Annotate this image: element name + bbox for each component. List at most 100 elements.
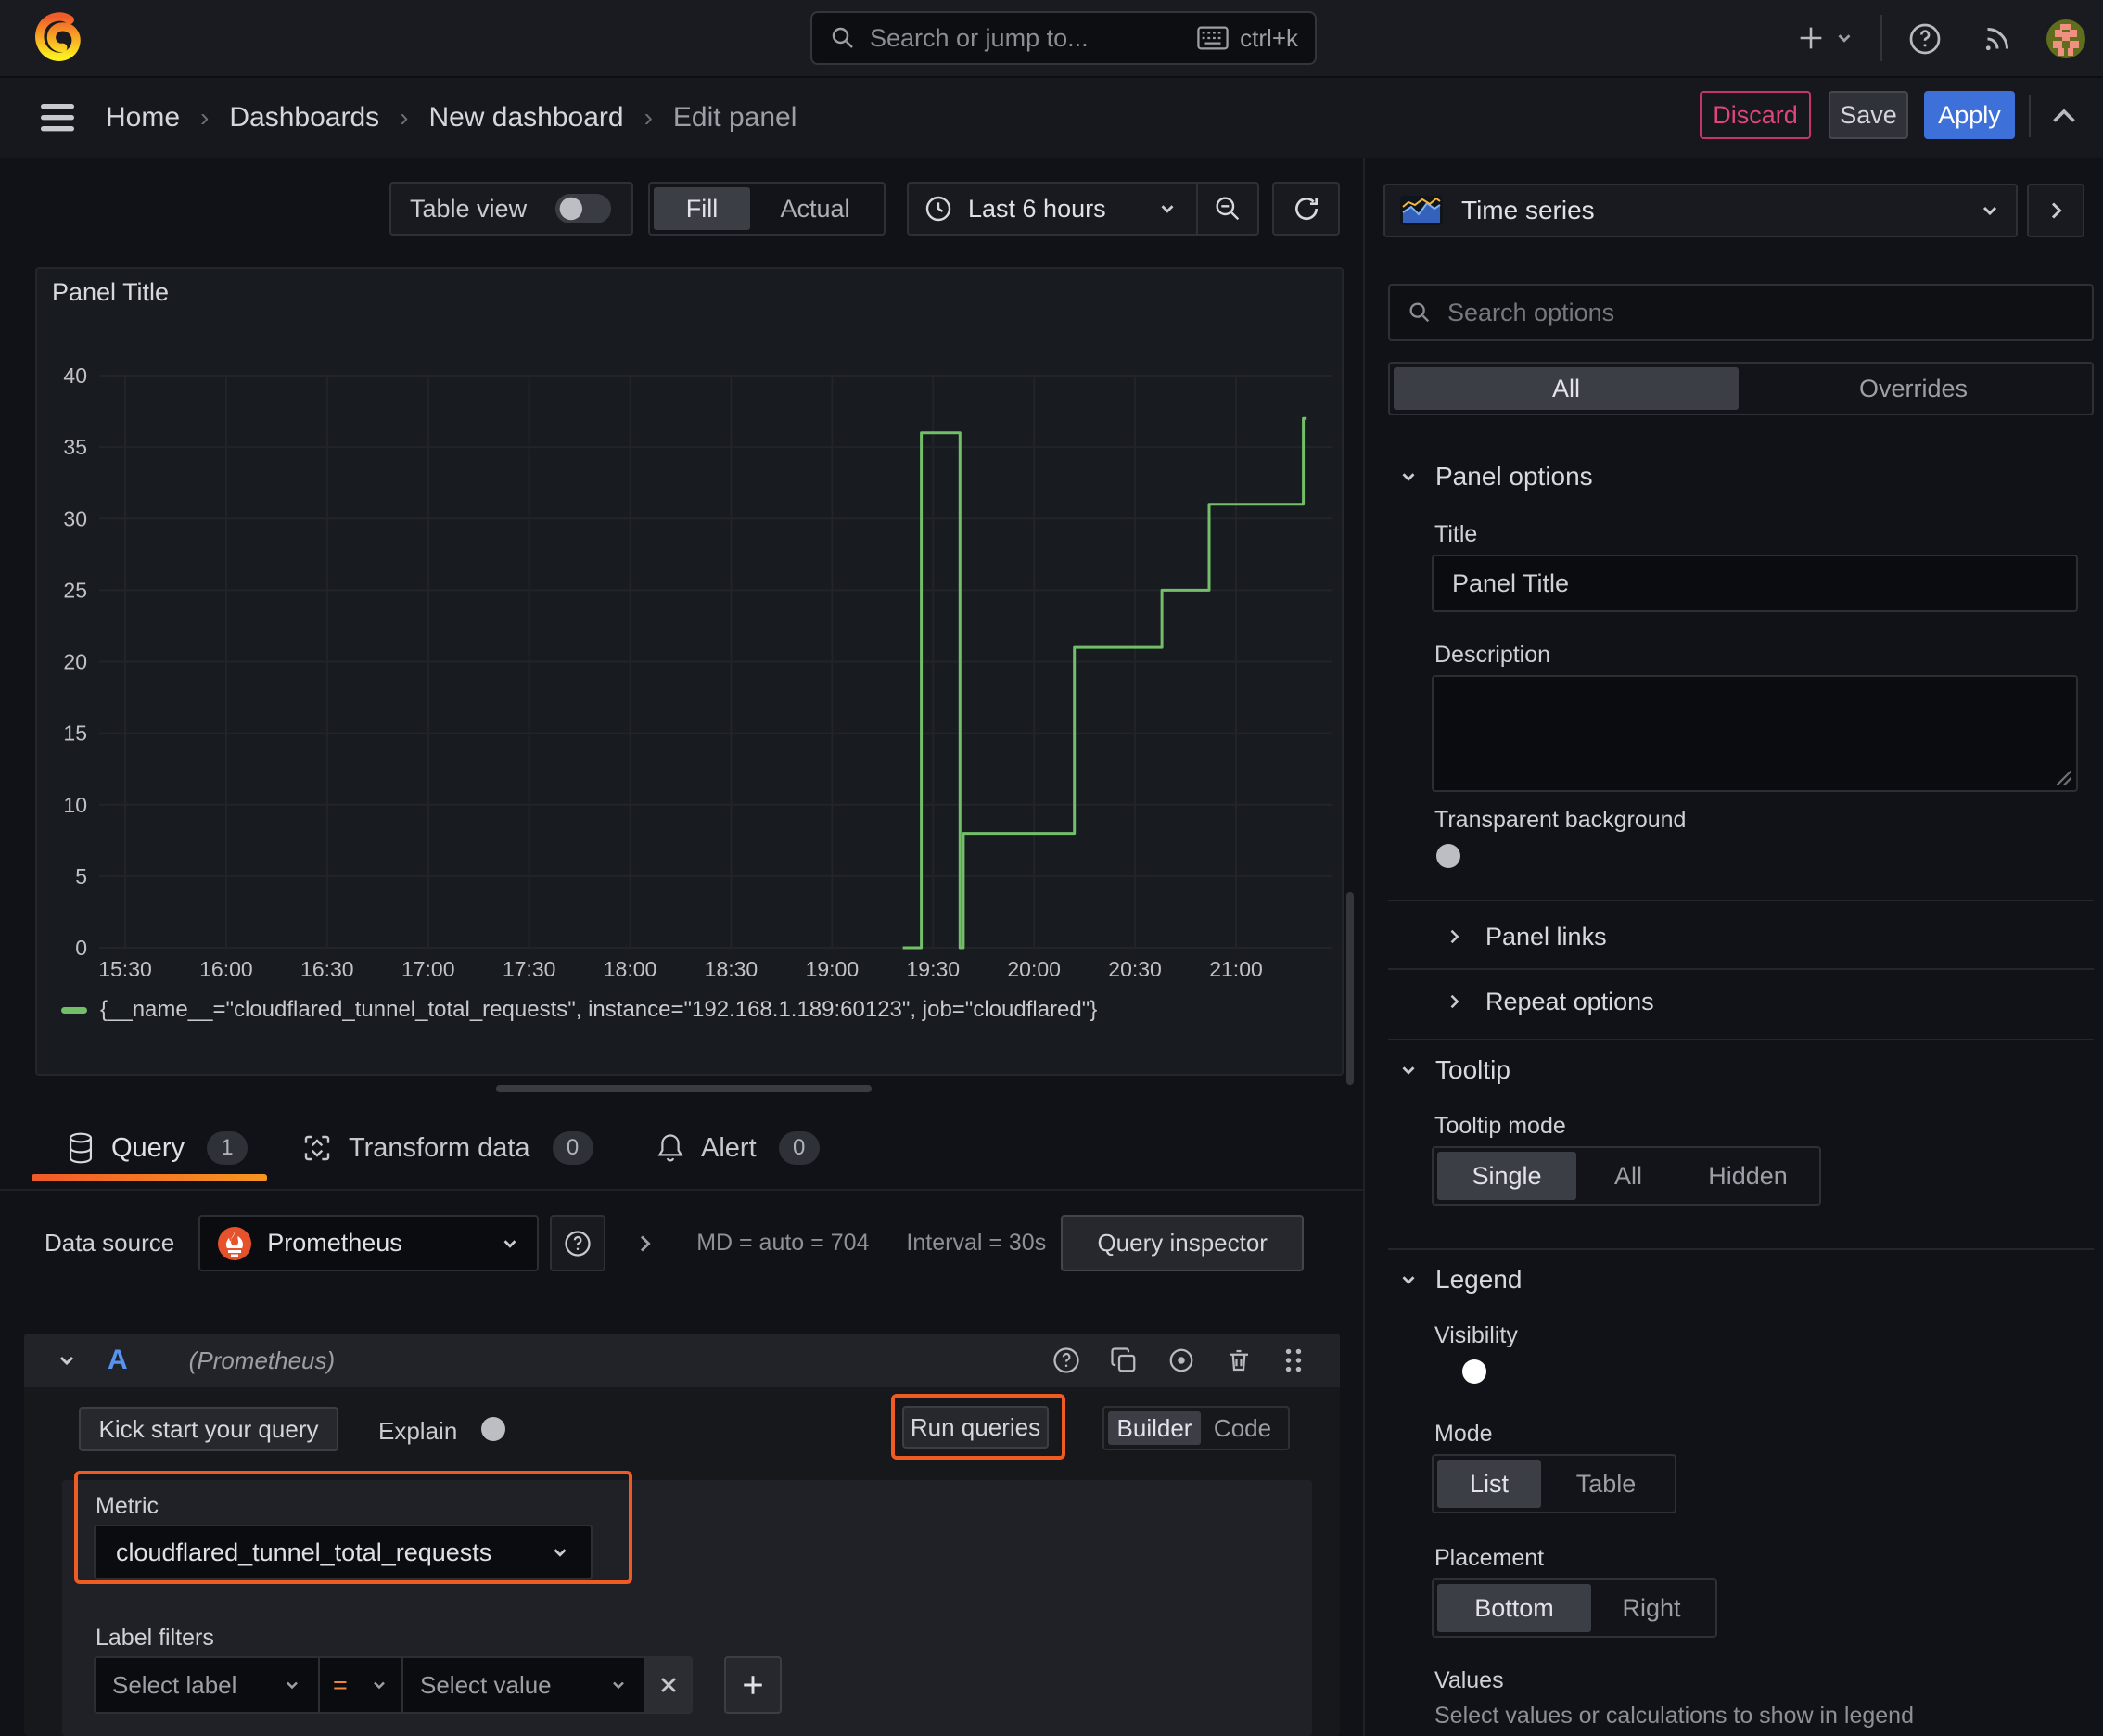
clock-icon: [924, 194, 953, 223]
datasource-label: Data source: [45, 1229, 175, 1257]
search-input[interactable]: Search or jump to... ctrl+k: [810, 11, 1317, 65]
duplicate-query-button[interactable]: [1110, 1347, 1138, 1374]
apply-button[interactable]: Apply: [1924, 91, 2015, 139]
description-field-label: Description: [1434, 642, 1551, 668]
question-circle-icon: [1053, 1347, 1079, 1373]
stat-max-datapoints: MD = auto = 704: [696, 1230, 870, 1256]
time-series-chart[interactable]: 0 5 10 15 20 25 30 35 40 15:30 16:00 16:30 17:00 17:3…: [37, 269, 1338, 1002]
tooltip-all-option[interactable]: All: [1576, 1152, 1680, 1200]
breadcrumb-edit-panel: Edit panel: [672, 102, 797, 133]
svg-text:20: 20: [63, 650, 87, 674]
svg-text:40: 40: [63, 364, 87, 388]
placement-right-option[interactable]: Right: [1591, 1584, 1712, 1632]
time-range-picker[interactable]: Last 6 hours: [907, 182, 1259, 236]
visualization-picker[interactable]: Time series: [1383, 184, 2018, 237]
tooltip-hidden-option[interactable]: Hidden: [1680, 1152, 1816, 1200]
breadcrumb-dashboards[interactable]: Dashboards: [229, 102, 379, 134]
panel-links-row[interactable]: Panel links: [1445, 914, 1607, 959]
drag-query-handle[interactable]: [1282, 1347, 1305, 1374]
actual-option[interactable]: Actual: [750, 187, 880, 230]
svg-text:17:30: 17:30: [503, 957, 556, 981]
plus-icon: [1800, 27, 1822, 49]
query-help-button[interactable]: [1052, 1347, 1080, 1374]
legend-table-option[interactable]: Table: [1541, 1460, 1671, 1508]
svg-text:10: 10: [63, 793, 87, 817]
metric-value: cloudflared_tunnel_total_requests: [116, 1538, 492, 1566]
svg-text:5: 5: [75, 864, 87, 888]
tab-all[interactable]: All: [1394, 367, 1739, 410]
legend-section-header[interactable]: Legend: [1398, 1265, 1522, 1295]
tab-overrides[interactable]: Overrides: [1739, 367, 2088, 410]
panel-options-header[interactable]: Panel options: [1398, 462, 1593, 491]
add-filter-button[interactable]: [724, 1656, 782, 1714]
search-options-input[interactable]: Search options: [1388, 284, 2094, 341]
help-button[interactable]: [1908, 22, 1942, 56]
code-tab[interactable]: Code: [1201, 1411, 1284, 1445]
tab-query[interactable]: Query 1: [67, 1126, 248, 1170]
tab-query-count: 1: [206, 1131, 248, 1165]
chevron-down-icon: [1402, 1066, 1415, 1075]
repeat-options-row[interactable]: Repeat options: [1445, 979, 1654, 1024]
legend-mode-group: List Table: [1432, 1454, 1676, 1513]
disable-query-button[interactable]: [1167, 1347, 1195, 1374]
datasource-help-button[interactable]: [550, 1215, 606, 1271]
collapse-options-button[interactable]: [2027, 184, 2084, 237]
zoom-out-button[interactable]: [1213, 194, 1243, 223]
metric-select[interactable]: cloudflared_tunnel_total_requests: [94, 1525, 593, 1580]
left-pane-scrollbar[interactable]: [1346, 892, 1354, 1085]
builder-tab[interactable]: Builder: [1108, 1411, 1201, 1445]
tooltip-section-header[interactable]: Tooltip: [1398, 1055, 1510, 1085]
collapse-query-chevron[interactable]: [56, 1349, 78, 1372]
kickstart-button[interactable]: Kick start your query: [79, 1407, 338, 1451]
datasource-picker[interactable]: Prometheus: [198, 1215, 540, 1271]
description-textarea[interactable]: [1432, 675, 2078, 792]
svg-text:0: 0: [75, 936, 87, 960]
fill-option[interactable]: Fill: [654, 187, 750, 230]
query-ref-id[interactable]: A: [108, 1345, 128, 1376]
svg-text:30: 30: [63, 506, 87, 530]
options-sidebar: Time series Search options All Overrides…: [1363, 158, 2103, 1736]
breadcrumb-chevron-icon: ›: [200, 103, 210, 132]
panel-resize-handle[interactable]: [496, 1085, 872, 1092]
grafana-edit-panel-window: Search or jump to... ctrl+k Home › Dashb…: [0, 0, 2103, 1736]
breadcrumb-home[interactable]: Home: [106, 102, 180, 134]
remove-filter-button[interactable]: [646, 1656, 693, 1714]
tab-alert[interactable]: Alert 0: [656, 1126, 820, 1170]
chevron-down-icon: [613, 1681, 624, 1690]
breadcrumb-bar: Home › Dashboards › New dashboard › Edit…: [0, 78, 2103, 158]
select-value-dropdown[interactable]: Select value: [403, 1656, 646, 1714]
placement-bottom-option[interactable]: Bottom: [1437, 1584, 1591, 1632]
refresh-button[interactable]: [1272, 182, 1340, 236]
query-editor-card: A (Prometheus) Kick start your query Exp…: [24, 1334, 1340, 1736]
label-filters-label: Label filters: [96, 1625, 214, 1651]
delete-query-button[interactable]: [1225, 1347, 1253, 1374]
expand-stats-chevron-icon[interactable]: [633, 1232, 656, 1255]
panel-title-input[interactable]: Panel Title: [1432, 555, 2078, 612]
placement-label: Placement: [1434, 1545, 1545, 1571]
keyboard-icon: [1197, 26, 1229, 50]
news-button[interactable]: [1981, 22, 2014, 56]
search-options-placeholder: Search options: [1447, 298, 1615, 326]
table-view-toggle[interactable]: [554, 194, 612, 223]
menu-toggle-button[interactable]: [41, 102, 80, 134]
avatar[interactable]: [2046, 19, 2086, 59]
tab-alert-count: 0: [778, 1131, 820, 1165]
breadcrumb-new-dashboard[interactable]: New dashboard: [428, 102, 623, 134]
query-inspector-button[interactable]: Query inspector: [1061, 1215, 1305, 1271]
collapse-header-button[interactable]: [2047, 100, 2081, 134]
tab-transform[interactable]: Transform data 0: [302, 1126, 593, 1170]
select-label-dropdown[interactable]: Select label: [94, 1656, 320, 1714]
operator-dropdown[interactable]: =: [320, 1656, 403, 1714]
add-button[interactable]: [1795, 22, 1854, 54]
legend-list-option[interactable]: List: [1437, 1460, 1541, 1508]
svg-text:16:30: 16:30: [300, 957, 354, 981]
run-queries-button[interactable]: Run queries: [902, 1406, 1049, 1449]
save-button[interactable]: Save: [1829, 91, 1908, 139]
tooltip-single-option[interactable]: Single: [1437, 1152, 1576, 1200]
stat-interval: Interval = 30s: [906, 1230, 1047, 1256]
chevron-right-icon: [2051, 202, 2062, 219]
tabs-divider: [0, 1189, 1363, 1191]
discard-button[interactable]: Discard: [1700, 91, 1811, 139]
chevron-down-icon: [1402, 473, 1415, 481]
legend-item[interactable]: {__name__="cloudflared_tunnel_total_requ…: [61, 997, 1097, 1023]
